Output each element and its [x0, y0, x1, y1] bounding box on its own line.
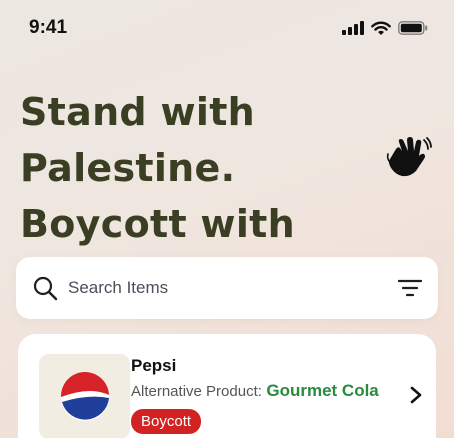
alternative-value[interactable]: Gourmet Cola — [266, 381, 378, 400]
battery-icon — [398, 21, 428, 35]
product-name: Pepsi — [131, 356, 177, 375]
search-bar[interactable] — [16, 257, 438, 319]
status-icons — [342, 18, 428, 38]
status-time: 9:41 — [29, 17, 68, 38]
status-badge: Boycott — [131, 409, 202, 434]
status-bar: 9:41 — [0, 0, 454, 56]
search-icon — [33, 276, 58, 301]
product-card[interactable]: Pepsi Alternative Product: Gourmet Cola … — [18, 334, 436, 438]
signal-icon — [342, 21, 364, 35]
chevron-right-icon[interactable] — [409, 386, 423, 404]
alternative-row: Alternative Product: Gourmet Cola — [131, 381, 379, 401]
search-input[interactable] — [68, 273, 368, 303]
alternative-label: Alternative Product: — [131, 383, 262, 400]
wifi-icon — [371, 21, 391, 35]
filter-icon[interactable] — [398, 278, 422, 298]
product-logo-box — [39, 354, 130, 438]
waving-hand-icon — [386, 137, 432, 177]
pepsi-logo — [60, 371, 109, 421]
